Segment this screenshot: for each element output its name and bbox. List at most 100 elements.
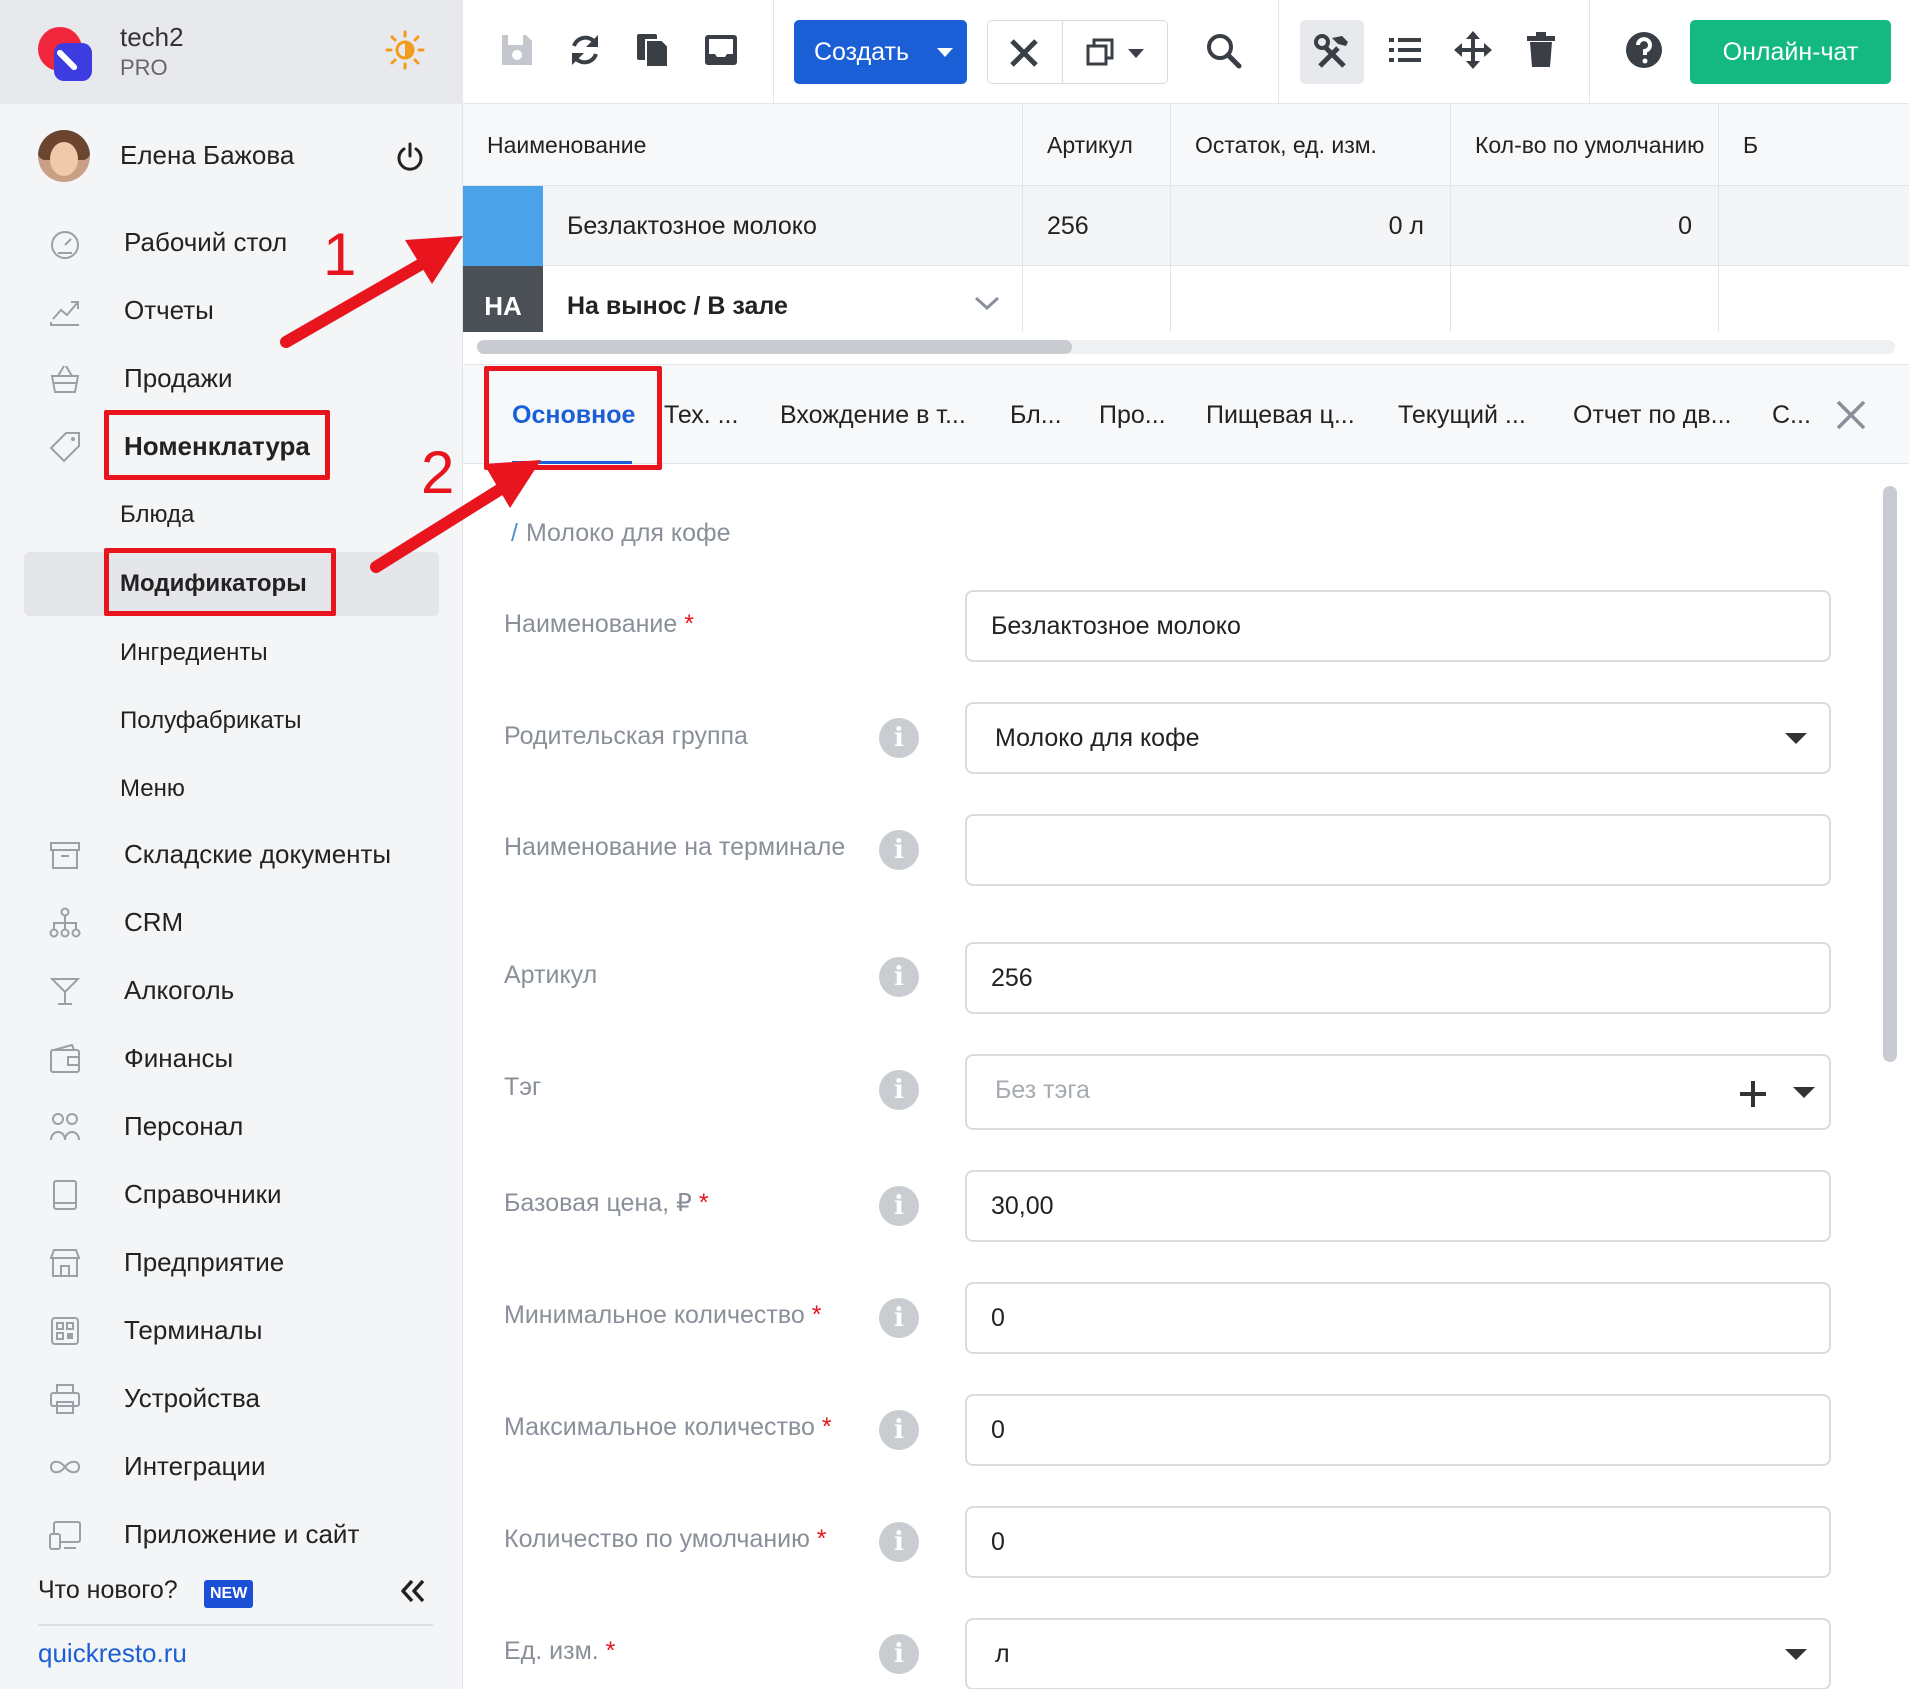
sidebar-subitem-ingredients[interactable]: Ингредиенты: [0, 628, 463, 678]
site-link[interactable]: quickresto.ru: [38, 1638, 187, 1669]
vertical-scrollbar-thumb[interactable]: [1883, 486, 1897, 1062]
info-icon[interactable]: i: [879, 1070, 919, 1110]
refresh-icon[interactable]: [565, 30, 605, 70]
column-header-name[interactable]: Наименование: [463, 104, 1023, 186]
sidebar-item-staff[interactable]: Персонал: [0, 1102, 463, 1152]
edit-form: / Молоко для кофе Наименование * Безлакто…: [463, 464, 1909, 1689]
list-icon[interactable]: [1385, 30, 1425, 70]
tab-inclusion[interactable]: Вхождение в т...: [780, 365, 966, 465]
copy-icon[interactable]: [633, 30, 673, 70]
search-icon[interactable]: [1203, 30, 1243, 70]
collapse-sidebar-icon[interactable]: [398, 1576, 428, 1606]
article-input[interactable]: 256: [965, 942, 1831, 1014]
base-price-input[interactable]: 30,00: [965, 1170, 1831, 1242]
plus-icon[interactable]: [1737, 1078, 1769, 1110]
cell-stock: 0 л: [1171, 186, 1451, 266]
tab-tech-card[interactable]: Тех. ...: [664, 365, 738, 465]
tab-pro[interactable]: Про...: [1099, 365, 1166, 465]
sidebar-item-sales[interactable]: Продажи: [0, 354, 463, 404]
sidebar-item-alcohol[interactable]: Алкоголь: [0, 966, 463, 1016]
tab-main[interactable]: Основное: [512, 365, 635, 465]
sidebar-subitem-dishes[interactable]: Блюда: [0, 490, 463, 540]
tab-more[interactable]: С...: [1772, 365, 1811, 465]
table-group-row[interactable]: НА На вынос / В зале: [463, 266, 1909, 332]
max-qty-input[interactable]: 0: [965, 1394, 1831, 1466]
sidebar-subitem-modifiers[interactable]: Модификаторы: [24, 552, 439, 616]
info-icon[interactable]: i: [879, 718, 919, 758]
whats-new-link[interactable]: Что нового?: [38, 1576, 178, 1605]
avatar[interactable]: [38, 130, 90, 182]
table-row[interactable]: Безлактозное молоко 256 0 л 0: [463, 186, 1909, 266]
close-icon[interactable]: [1006, 35, 1042, 71]
sidebar-item-label: CRM: [124, 907, 184, 937]
sidebar-item-directories[interactable]: Справочники: [0, 1170, 463, 1220]
infinity-icon: [49, 1460, 81, 1474]
sidebar-item-finance[interactable]: Финансы: [0, 1034, 463, 1084]
tab-nutrition[interactable]: Пищевая ц...: [1206, 365, 1355, 465]
terminal-name-input[interactable]: [965, 814, 1831, 886]
default-qty-input[interactable]: 0: [965, 1506, 1831, 1578]
info-icon[interactable]: i: [879, 1186, 919, 1226]
tools-button-active[interactable]: [1300, 20, 1364, 84]
chevron-down-icon[interactable]: [1793, 1087, 1815, 1098]
min-qty-input[interactable]: 0: [965, 1282, 1831, 1354]
sidebar-item-crm[interactable]: CRM: [0, 898, 463, 948]
info-icon[interactable]: i: [879, 957, 919, 997]
sidebar-item-label: Номенклатура: [124, 431, 310, 461]
sun-icon[interactable]: [385, 30, 425, 70]
info-icon[interactable]: i: [879, 830, 919, 870]
name-input[interactable]: Безлактозное молоко: [965, 590, 1831, 662]
toolbar-separator: [1589, 0, 1590, 104]
sidebar-item-terminals[interactable]: Терминалы: [0, 1306, 463, 1356]
move-icon[interactable]: [1453, 30, 1493, 70]
tab-movement-report[interactable]: Отчет по дв...: [1573, 365, 1731, 465]
duplicate-dropdown-icon[interactable]: [1084, 36, 1148, 70]
field-label-default-qty: Количество по умолчанию *: [504, 1525, 827, 1553]
column-header-article[interactable]: Артикул: [1023, 104, 1171, 186]
power-icon[interactable]: [395, 142, 425, 172]
breadcrumb[interactable]: / Молоко для кофе: [511, 519, 731, 548]
sidebar-item-nomenclature[interactable]: Номенклатура: [0, 422, 463, 472]
sidebar-subitem-menu[interactable]: Меню: [0, 764, 463, 814]
online-chat-button[interactable]: Онлайн-чат: [1690, 20, 1891, 84]
info-icon[interactable]: i: [879, 1522, 919, 1562]
column-header-stock[interactable]: Остаток, ед. изм.: [1171, 104, 1451, 186]
help-icon[interactable]: [1624, 30, 1664, 70]
tag-select[interactable]: Без тэга: [965, 1054, 1831, 1130]
vertical-scrollbar[interactable]: [1883, 474, 1897, 1689]
tab-bar: Основное Тех. ... Вхождение в т... Бл...…: [463, 364, 1909, 465]
tab-dishes[interactable]: Бл...: [1010, 365, 1062, 465]
inbox-icon[interactable]: [701, 30, 741, 70]
sidebar-item-label: Предприятие: [124, 1247, 285, 1277]
sidebar-subitem-semi-finished[interactable]: Полуфабрикаты: [0, 696, 463, 746]
create-button[interactable]: Создать: [794, 20, 967, 84]
tab-current[interactable]: Текущий ...: [1398, 365, 1526, 465]
horizontal-scrollbar[interactable]: [477, 340, 1895, 354]
save-icon[interactable]: [497, 30, 537, 70]
chevron-down-icon[interactable]: [973, 294, 1001, 312]
info-icon[interactable]: i: [879, 1410, 919, 1450]
info-icon[interactable]: i: [879, 1298, 919, 1338]
cell-empty: [1023, 266, 1171, 332]
sidebar-item-desktop[interactable]: Рабочий стол: [0, 218, 463, 268]
cell-default-qty: 0: [1451, 186, 1719, 266]
parent-group-value: Молоко для кофе: [995, 724, 1200, 752]
app-logo[interactable]: [38, 27, 92, 81]
sidebar-item-label: Финансы: [124, 1043, 234, 1073]
column-header-next[interactable]: Б: [1719, 104, 1909, 186]
sidebar-item-devices[interactable]: Устройства: [0, 1374, 463, 1424]
parent-group-select[interactable]: Молоко для кофе: [965, 702, 1831, 774]
close-icon[interactable]: [1835, 399, 1867, 431]
sidebar-item-integrations[interactable]: Интеграции: [0, 1442, 463, 1492]
horizontal-scrollbar-thumb[interactable]: [477, 340, 1072, 354]
sidebar-item-enterprise[interactable]: Предприятие: [0, 1238, 463, 1288]
column-header-default-qty[interactable]: Кол-во по умолчанию: [1451, 104, 1719, 186]
store-icon: [49, 1249, 81, 1277]
cell-empty: [1451, 266, 1719, 332]
sidebar-item-reports[interactable]: Отчеты: [0, 286, 463, 336]
info-icon[interactable]: i: [879, 1634, 919, 1674]
trash-icon[interactable]: [1521, 30, 1561, 70]
sidebar-item-warehouse[interactable]: Складские документы: [0, 830, 463, 880]
unit-select[interactable]: л: [965, 1618, 1831, 1689]
sidebar-item-app-site[interactable]: Приложение и сайт: [0, 1510, 463, 1560]
